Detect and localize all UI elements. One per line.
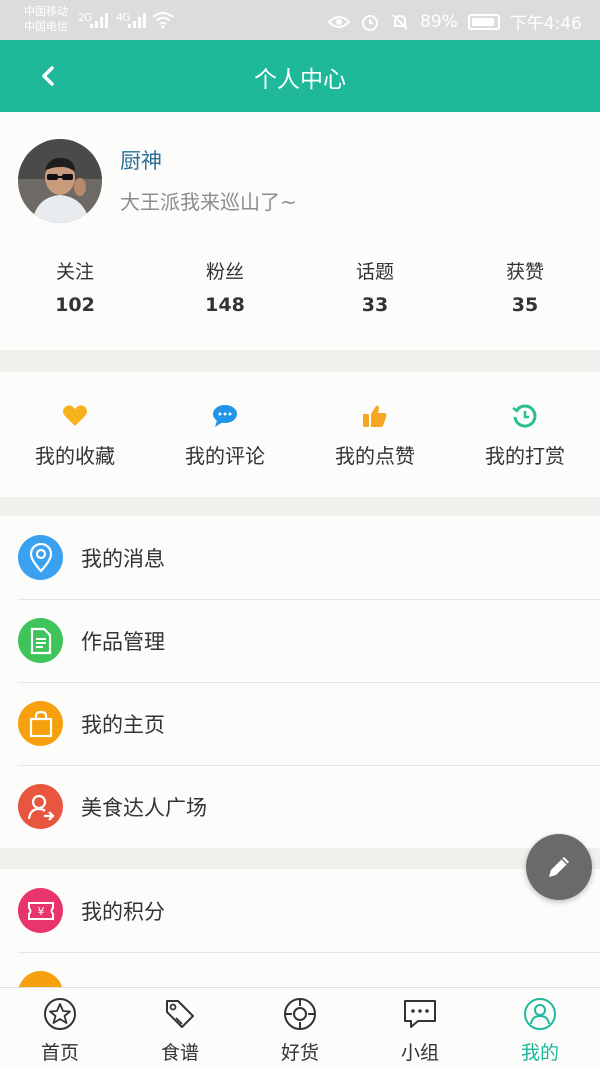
menu-item-messages[interactable]: 我的消息 — [0, 516, 600, 599]
tab-label: 首页 — [40, 1042, 79, 1064]
menu-group-2: ¥ 我的积分 — [0, 869, 600, 987]
shopping-bag-icon — [18, 701, 63, 746]
menu-item-foodie-square[interactable]: 美食达人广场 — [0, 765, 600, 848]
stat-label: 粉丝 — [205, 261, 244, 283]
eye-icon — [328, 15, 351, 28]
stat-followers[interactable]: 粉丝 148 — [150, 257, 300, 316]
app-bar: 个人中心 — [0, 40, 600, 112]
target-icon — [284, 998, 316, 1030]
quick-label: 我的评论 — [185, 444, 265, 468]
quick-rewards[interactable]: 我的打赏 — [450, 372, 600, 497]
tab-label: 食谱 — [160, 1042, 199, 1064]
menu-item-partial[interactable] — [0, 952, 600, 987]
battery-percent: 89% — [420, 11, 458, 32]
tab-recipes[interactable]: 食谱 — [120, 988, 240, 1067]
ticket-icon: ¥ — [18, 888, 63, 933]
page-title: 个人中心 — [254, 67, 346, 93]
user-icon — [524, 998, 556, 1030]
reward-icon — [512, 404, 537, 428]
tag-icon — [166, 1000, 194, 1028]
tab-goods[interactable]: 好货 — [240, 988, 360, 1067]
carrier-2: 中国电信 — [24, 20, 68, 33]
menu-item-homepage[interactable]: 我的主页 — [0, 682, 600, 765]
menu-label: 我的积分 — [81, 899, 165, 924]
heart-icon — [63, 405, 87, 426]
clock: 下午4:46 — [509, 14, 582, 34]
tab-label: 好货 — [280, 1042, 319, 1064]
mute-bell-icon — [392, 13, 408, 30]
quick-likes[interactable]: 我的点赞 — [300, 372, 450, 497]
thumbs-up-icon — [363, 405, 387, 427]
tab-label: 我的 — [520, 1042, 559, 1064]
stat-value: 35 — [511, 294, 539, 316]
partial-icon — [18, 971, 63, 987]
tab-mine[interactable]: 我的 — [480, 988, 600, 1067]
signal-1-icon — [90, 13, 108, 28]
username: 厨神 — [120, 149, 162, 173]
location-pin-icon — [18, 535, 63, 580]
menu-group-1: 我的消息 作品管理 我的主页 美食达人广场 — [0, 516, 600, 848]
comment-icon — [213, 405, 237, 427]
status-bar: 中国移动 中国电信 2G 4G 89% 下午4:46 — [0, 0, 600, 40]
quick-actions: 我的收藏 我的评论 我的点赞 我的打赏 — [0, 372, 600, 497]
pencil-icon — [549, 857, 569, 877]
stat-topics[interactable]: 话题 33 — [300, 257, 450, 316]
wifi-icon — [152, 12, 174, 29]
tab-groups[interactable]: 小组 — [360, 988, 480, 1067]
menu-item-points[interactable]: ¥ 我的积分 — [0, 869, 600, 952]
menu-label: 作品管理 — [81, 629, 165, 654]
user-share-icon — [18, 784, 63, 829]
tab-home[interactable]: 首页 — [0, 988, 120, 1067]
stat-value: 102 — [55, 294, 95, 316]
avatar-photo — [18, 139, 102, 223]
svg-text:¥: ¥ — [37, 905, 44, 918]
user-bio: 大王派我来巡山了~ — [120, 190, 297, 214]
stat-label: 话题 — [355, 261, 394, 283]
edit-fab-button[interactable] — [526, 834, 592, 900]
menu-label: 我的消息 — [81, 546, 165, 571]
battery-icon — [467, 13, 500, 30]
quick-label: 我的点赞 — [335, 444, 415, 468]
signal-2-icon — [128, 13, 146, 28]
menu-item-works[interactable]: 作品管理 — [0, 599, 600, 682]
stat-label: 获赞 — [505, 261, 544, 283]
alarm-icon — [362, 14, 379, 31]
quick-label: 我的打赏 — [485, 444, 565, 468]
carrier-labels: 中国移动 中国电信 — [24, 4, 68, 34]
bottom-tab-bar: 首页 食谱 好货 小组 我的 — [0, 987, 600, 1067]
stat-value: 33 — [361, 294, 389, 316]
quick-favorites[interactable]: 我的收藏 — [0, 372, 150, 497]
status-right: 89% 下午4:46 — [328, 9, 582, 34]
document-icon — [18, 618, 63, 663]
stat-label: 关注 — [55, 261, 94, 283]
stat-likes[interactable]: 获赞 35 — [450, 257, 600, 316]
stats-row: 关注 102 粉丝 148 话题 33 获赞 35 — [0, 257, 600, 316]
quick-label: 我的收藏 — [35, 444, 115, 468]
profile-card: 厨神 大王派我来巡山了~ 关注 102 粉丝 148 话题 33 获赞 35 — [0, 112, 600, 350]
chat-icon — [404, 1000, 436, 1028]
quick-comments[interactable]: 我的评论 — [150, 372, 300, 497]
stat-following[interactable]: 关注 102 — [0, 257, 150, 316]
menu-label: 我的主页 — [81, 712, 165, 737]
carrier-1: 中国移动 — [24, 5, 68, 18]
tab-label: 小组 — [400, 1042, 439, 1064]
menu-label: 美食达人广场 — [81, 795, 207, 820]
stat-value: 148 — [205, 294, 245, 316]
avatar[interactable] — [18, 139, 102, 223]
star-icon — [44, 998, 76, 1030]
